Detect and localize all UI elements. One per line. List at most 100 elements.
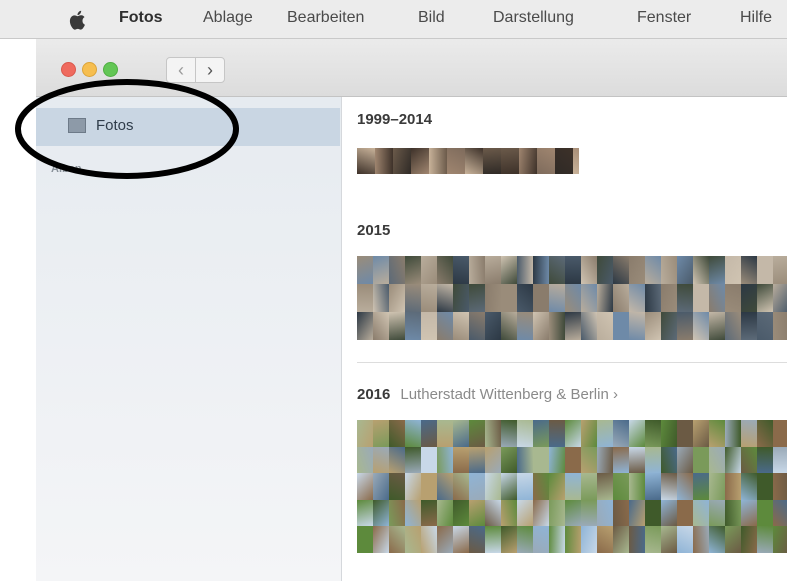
photo-thumbnail[interactable]	[453, 446, 469, 474]
photo-thumbnail[interactable]	[709, 284, 725, 312]
photo-thumbnail[interactable]	[501, 148, 519, 174]
photo-thumbnail[interactable]	[549, 446, 565, 474]
photo-thumbnail[interactable]	[437, 473, 453, 500]
photo-thumbnail[interactable]	[597, 473, 613, 500]
photo-thumbnail[interactable]	[629, 312, 645, 340]
photo-thumbnail[interactable]	[533, 312, 549, 340]
photo-thumbnail[interactable]	[389, 473, 405, 500]
photo-thumbnail[interactable]	[661, 284, 677, 312]
photo-thumbnail[interactable]	[549, 312, 565, 340]
photo-thumbnail[interactable]	[677, 256, 693, 284]
photo-thumbnail[interactable]	[773, 446, 787, 474]
photo-thumbnail[interactable]	[629, 256, 645, 284]
photo-thumbnail[interactable]	[725, 446, 741, 474]
photo-thumbnail[interactable]	[629, 284, 645, 312]
photo-thumbnail[interactable]	[405, 312, 421, 340]
photo-thumbnail[interactable]	[549, 473, 565, 500]
photo-thumbnail[interactable]	[645, 473, 661, 500]
photo-thumbnail[interactable]	[773, 473, 787, 500]
photo-thumbnail[interactable]	[373, 420, 389, 447]
photo-thumbnail[interactable]	[485, 526, 501, 553]
photo-thumbnail[interactable]	[677, 284, 693, 312]
photo-thumbnail[interactable]	[389, 499, 405, 527]
photo-thumbnail[interactable]	[357, 148, 375, 174]
photo-thumbnail[interactable]	[741, 473, 757, 500]
photo-thumbnail[interactable]	[373, 284, 389, 312]
photo-thumbnail[interactable]	[709, 499, 725, 527]
photo-thumbnail[interactable]	[517, 256, 533, 284]
menu-darstellung[interactable]: Darstellung	[493, 9, 574, 27]
moment-location-link[interactable]: Lutherstadt Wittenberg & Berlin ›	[400, 386, 618, 403]
photo-thumbnail[interactable]	[469, 446, 485, 474]
photo-thumbnail[interactable]	[581, 312, 597, 340]
photo-thumbnail[interactable]	[741, 256, 757, 284]
photo-thumbnail[interactable]	[501, 284, 517, 312]
photo-thumbnail[interactable]	[453, 420, 469, 447]
photo-thumbnail[interactable]	[533, 473, 549, 500]
photo-thumbnail[interactable]	[661, 256, 677, 284]
photo-thumbnail[interactable]	[517, 446, 533, 474]
photo-thumbnail[interactable]	[485, 499, 501, 527]
photo-thumbnail[interactable]	[533, 284, 549, 312]
photo-thumbnail[interactable]	[447, 148, 465, 174]
photo-thumbnail[interactable]	[533, 499, 549, 527]
forward-button[interactable]: ›	[195, 57, 225, 83]
photo-thumbnail[interactable]	[421, 473, 437, 500]
photo-thumbnail[interactable]	[741, 499, 757, 527]
photo-thumbnail[interactable]	[693, 420, 709, 447]
photo-thumbnail[interactable]	[757, 256, 773, 284]
moment-thumbnails-2015[interactable]	[357, 256, 787, 340]
photo-thumbnail[interactable]	[485, 446, 501, 474]
photo-thumbnail[interactable]	[581, 420, 597, 447]
photo-thumbnail[interactable]	[573, 148, 579, 174]
photo-thumbnail[interactable]	[389, 446, 405, 474]
photo-thumbnail[interactable]	[453, 312, 469, 340]
photo-thumbnail[interactable]	[613, 420, 629, 447]
photo-thumbnail[interactable]	[469, 284, 485, 312]
photo-thumbnail[interactable]	[437, 499, 453, 527]
photo-thumbnail[interactable]	[453, 473, 469, 500]
photo-thumbnail[interactable]	[645, 526, 661, 553]
photo-thumbnail[interactable]	[555, 148, 573, 174]
photo-thumbnail[interactable]	[597, 420, 613, 447]
photo-thumbnail[interactable]	[613, 312, 629, 340]
photo-thumbnail[interactable]	[549, 526, 565, 553]
photo-thumbnail[interactable]	[661, 446, 677, 474]
photo-thumbnail[interactable]	[405, 446, 421, 474]
photo-thumbnail[interactable]	[469, 526, 485, 553]
photo-thumbnail[interactable]	[517, 499, 533, 527]
photo-thumbnail[interactable]	[421, 256, 437, 284]
photo-thumbnail[interactable]	[357, 473, 373, 500]
photo-thumbnail[interactable]	[773, 256, 787, 284]
photo-thumbnail[interactable]	[645, 446, 661, 474]
menu-bearbeiten[interactable]: Bearbeiten	[287, 9, 364, 27]
photo-thumbnail[interactable]	[501, 420, 517, 447]
photo-thumbnail[interactable]	[437, 446, 453, 474]
photo-thumbnail[interactable]	[597, 312, 613, 340]
photo-thumbnail[interactable]	[565, 446, 581, 474]
photo-thumbnail[interactable]	[517, 473, 533, 500]
photo-thumbnail[interactable]	[437, 420, 453, 447]
photo-thumbnail[interactable]	[437, 312, 453, 340]
photo-thumbnail[interactable]	[375, 148, 393, 174]
photo-thumbnail[interactable]	[469, 256, 485, 284]
photo-thumbnail[interactable]	[741, 284, 757, 312]
photo-thumbnail[interactable]	[725, 526, 741, 553]
photo-thumbnail[interactable]	[645, 420, 661, 447]
photo-thumbnail[interactable]	[757, 284, 773, 312]
photo-thumbnail[interactable]	[501, 526, 517, 553]
photo-thumbnail[interactable]	[677, 446, 693, 474]
photo-thumbnail[interactable]	[517, 526, 533, 553]
photo-thumbnail[interactable]	[549, 499, 565, 527]
photo-thumbnail[interactable]	[357, 284, 373, 312]
photo-thumbnail[interactable]	[405, 420, 421, 447]
photo-thumbnail[interactable]	[581, 446, 597, 474]
photo-thumbnail[interactable]	[709, 473, 725, 500]
photo-thumbnail[interactable]	[757, 473, 773, 500]
photo-thumbnail[interactable]	[581, 499, 597, 527]
photo-thumbnail[interactable]	[453, 256, 469, 284]
photo-thumbnail[interactable]	[725, 284, 741, 312]
photo-thumbnail[interactable]	[533, 446, 549, 474]
photo-thumbnail[interactable]	[693, 284, 709, 312]
menu-hilfe[interactable]: Hilfe	[740, 9, 772, 27]
